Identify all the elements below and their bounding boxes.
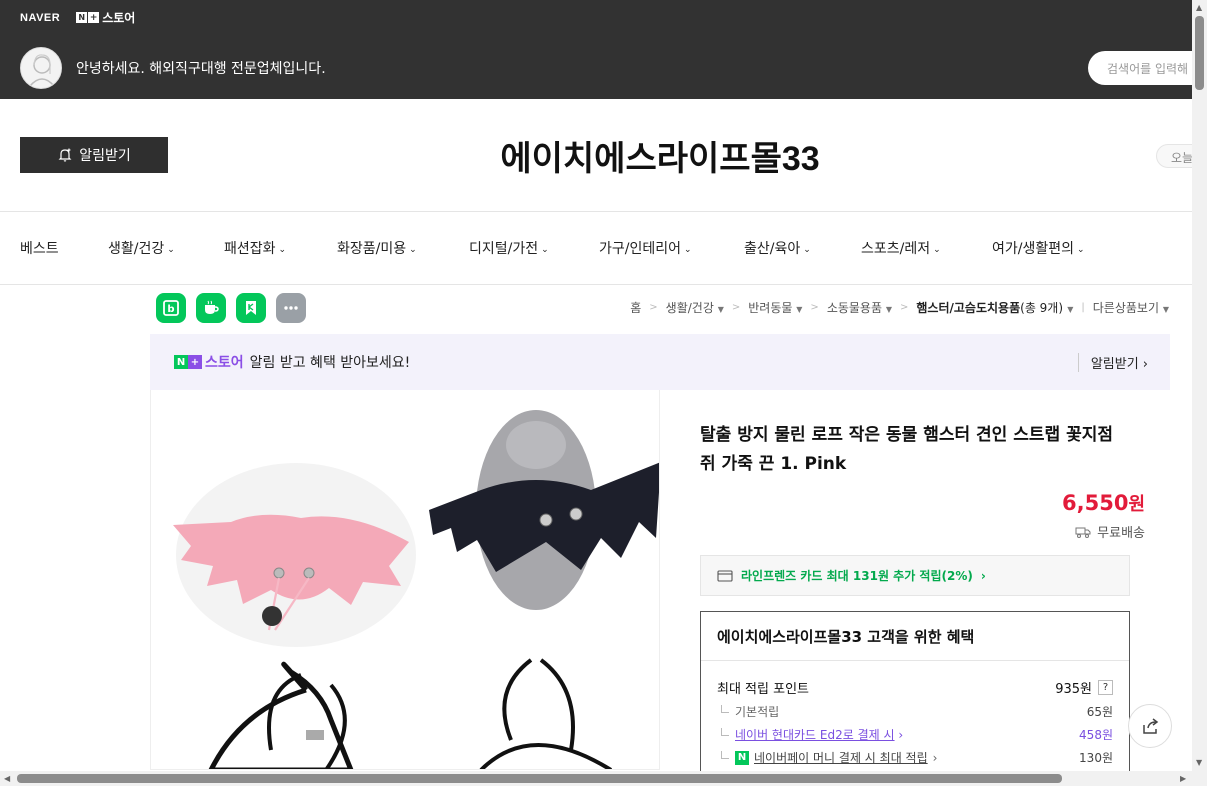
benefit-row-hyundai-card[interactable]: 네이버 현대카드 Ed2로 결제 시 › 458원: [717, 726, 1113, 743]
chevron-down-icon: ⌄: [541, 245, 549, 255]
truck-icon: [1075, 527, 1091, 538]
caret-down-icon: ▼: [885, 305, 892, 314]
profile-icon: [29, 54, 55, 87]
scroll-left-icon: ◀: [4, 774, 11, 783]
vertical-scrollbar[interactable]: ▲ ▼: [1192, 0, 1207, 786]
breadcrumb-small-animals[interactable]: 소동물용품 ▼: [827, 299, 892, 316]
benefit-row-npay-money[interactable]: N 네이버페이 머니 결제 시 최대 적립 › 130원: [717, 749, 1113, 766]
breadcrumb-separator-icon: >: [900, 302, 909, 313]
chevron-down-icon: ⌄: [803, 245, 811, 255]
nav-item-baby[interactable]: 출산/육아 ⌄: [744, 238, 811, 258]
customer-benefits-box: 에이치에스라이프몰33 고객을 위한 혜택 최대 적립 포인트 935원? 기본…: [700, 611, 1130, 786]
benefit-row-basic: 기본적립 65원: [717, 703, 1113, 720]
npay-icon: N: [735, 750, 749, 765]
breadcrumb: 홈 > 생활/건강 ▼ > 반려동물 ▼ > 소동물용품 ▼ > 햄스터/고슴도…: [630, 299, 1169, 316]
other-products-link[interactable]: 다른상품보기 ▼: [1093, 299, 1169, 316]
nav-item-living-health[interactable]: 생활/건강 ⌄: [108, 238, 175, 258]
product-image[interactable]: [150, 390, 660, 770]
nav-item-sports[interactable]: 스포츠/레저 ⌄: [861, 238, 941, 258]
promo-alarm-link[interactable]: 알림받기 ›: [1077, 353, 1148, 372]
shipping-info: 무료배송: [1075, 522, 1145, 541]
caret-down-icon: ▼: [1067, 305, 1074, 314]
breadcrumb-pets[interactable]: 반려동물 ▼: [748, 299, 802, 316]
breadcrumb-current[interactable]: 햄스터/고슴도치용품(총 9개) ▼: [916, 299, 1073, 316]
caret-down-icon: ▼: [1162, 305, 1169, 314]
breadcrumb-living-health[interactable]: 생활/건강 ▼: [666, 299, 724, 316]
store-header: 알림받기 에이치에스라이프몰33 오늘: [0, 99, 1196, 212]
plus-icon: +: [188, 355, 202, 369]
vertical-scroll-thumb[interactable]: [1195, 16, 1204, 90]
product-title: 탈출 방지 물린 로프 작은 동물 햄스터 견인 스트랩 꽃지점 쥐 가죽 끈 …: [700, 425, 1113, 474]
breadcrumb-separator-icon: >: [731, 302, 741, 313]
caret-down-icon: ▼: [717, 305, 724, 314]
horizontal-scrollbar[interactable]: ◀ ▶: [0, 771, 1192, 786]
bookmark-share-icon[interactable]: [236, 293, 266, 323]
credit-card-icon: [717, 569, 733, 582]
store-greeting: 안녕하세요. 해외직구대행 전문업체입니다.: [76, 61, 326, 77]
chevron-down-icon: ⌄: [409, 245, 417, 255]
card-benefit-banner[interactable]: 라인프렌즈 카드 최대 131원 추가 적립(2%) ›: [700, 555, 1130, 596]
top-bar: NAVER N + 스토어 안녕하세요. 해외직구대행 전문업체입니다. 검색어…: [0, 0, 1207, 99]
chevron-right-icon: ›: [980, 568, 986, 583]
share-icon: [1143, 718, 1159, 734]
svg-text:b: b: [167, 304, 174, 315]
breadcrumb-divider: |: [1081, 302, 1085, 313]
alarm-promo-banner: N + 스토어 알림 받고 혜택 받아보세요! 알림받기 ›: [150, 334, 1170, 390]
category-nav: 베스트 생활/건강 ⌄ 패션잡화 ⌄ 화장품/미용 ⌄ 디지털/가전 ⌄ 가구/인테리어…: [0, 212, 1192, 285]
horizontal-scroll-thumb[interactable]: [17, 774, 1062, 783]
help-icon[interactable]: ?: [1098, 680, 1113, 695]
store-name-title[interactable]: 에이치에스라이프몰33: [0, 131, 1207, 180]
plus-icon: +: [88, 12, 100, 23]
divider: [701, 660, 1129, 661]
n-logo-icon: N: [76, 12, 88, 23]
chevron-right-icon: ›: [898, 728, 904, 742]
nav-item-furniture[interactable]: 가구/인테리어 ⌄: [599, 238, 692, 258]
scroll-right-icon: ▶: [1180, 774, 1187, 783]
nav-item-best[interactable]: 베스트: [20, 238, 59, 258]
seller-avatar[interactable]: [20, 47, 62, 89]
scroll-up-icon: ▲: [1196, 3, 1203, 12]
today-viewed-button[interactable]: 오늘: [1156, 144, 1196, 168]
max-points-row: 최대 적립 포인트 935원?: [717, 678, 1113, 697]
chevron-down-icon: ⌄: [167, 245, 175, 255]
nav-item-leisure[interactable]: 여가/생활편의 ⌄: [992, 238, 1085, 258]
search-input[interactable]: 검색어를 입력해: [1088, 51, 1207, 85]
chevron-right-icon: ›: [1142, 357, 1148, 372]
nav-item-cosmetics[interactable]: 화장품/미용 ⌄: [337, 238, 417, 258]
more-options-icon[interactable]: [276, 293, 306, 323]
scroll-down-icon: ▼: [1196, 758, 1203, 767]
naver-logo[interactable]: NAVER: [20, 12, 60, 24]
promo-text: 알림 받고 혜택 받아보세요!: [249, 355, 411, 371]
product-price: 6,550원: [1062, 491, 1145, 515]
chevron-right-icon: ›: [932, 750, 938, 765]
product-photo: [151, 390, 659, 769]
chevron-down-icon: ⌄: [684, 245, 692, 255]
nav-item-digital[interactable]: 디지털/가전 ⌄: [469, 238, 549, 258]
benefit-title: 에이치에스라이프몰33 고객을 위한 혜택: [717, 628, 975, 646]
shipping-label: 무료배송: [1097, 526, 1145, 541]
chevron-down-icon: ⌄: [1077, 245, 1085, 255]
breadcrumb-home[interactable]: 홈: [630, 299, 641, 316]
caret-down-icon: ▼: [796, 305, 803, 314]
breadcrumb-separator-icon: >: [649, 302, 658, 313]
blog-share-icon[interactable]: b: [156, 293, 186, 323]
brand-row: NAVER N + 스토어: [20, 9, 135, 26]
naver-plus-store-logo: N + 스토어: [174, 352, 244, 372]
naver-plus-store-logo[interactable]: N + 스토어: [76, 9, 135, 26]
share-button[interactable]: [1128, 704, 1172, 748]
store-brand-label: 스토어: [102, 11, 136, 25]
n-logo-icon: N: [174, 355, 188, 369]
chevron-down-icon: ⌄: [933, 245, 941, 255]
nav-item-fashion[interactable]: 패션잡화 ⌄: [224, 238, 286, 258]
cafe-share-icon[interactable]: [196, 293, 226, 323]
breadcrumb-separator-icon: >: [810, 302, 819, 313]
chevron-down-icon: ⌄: [278, 245, 287, 255]
